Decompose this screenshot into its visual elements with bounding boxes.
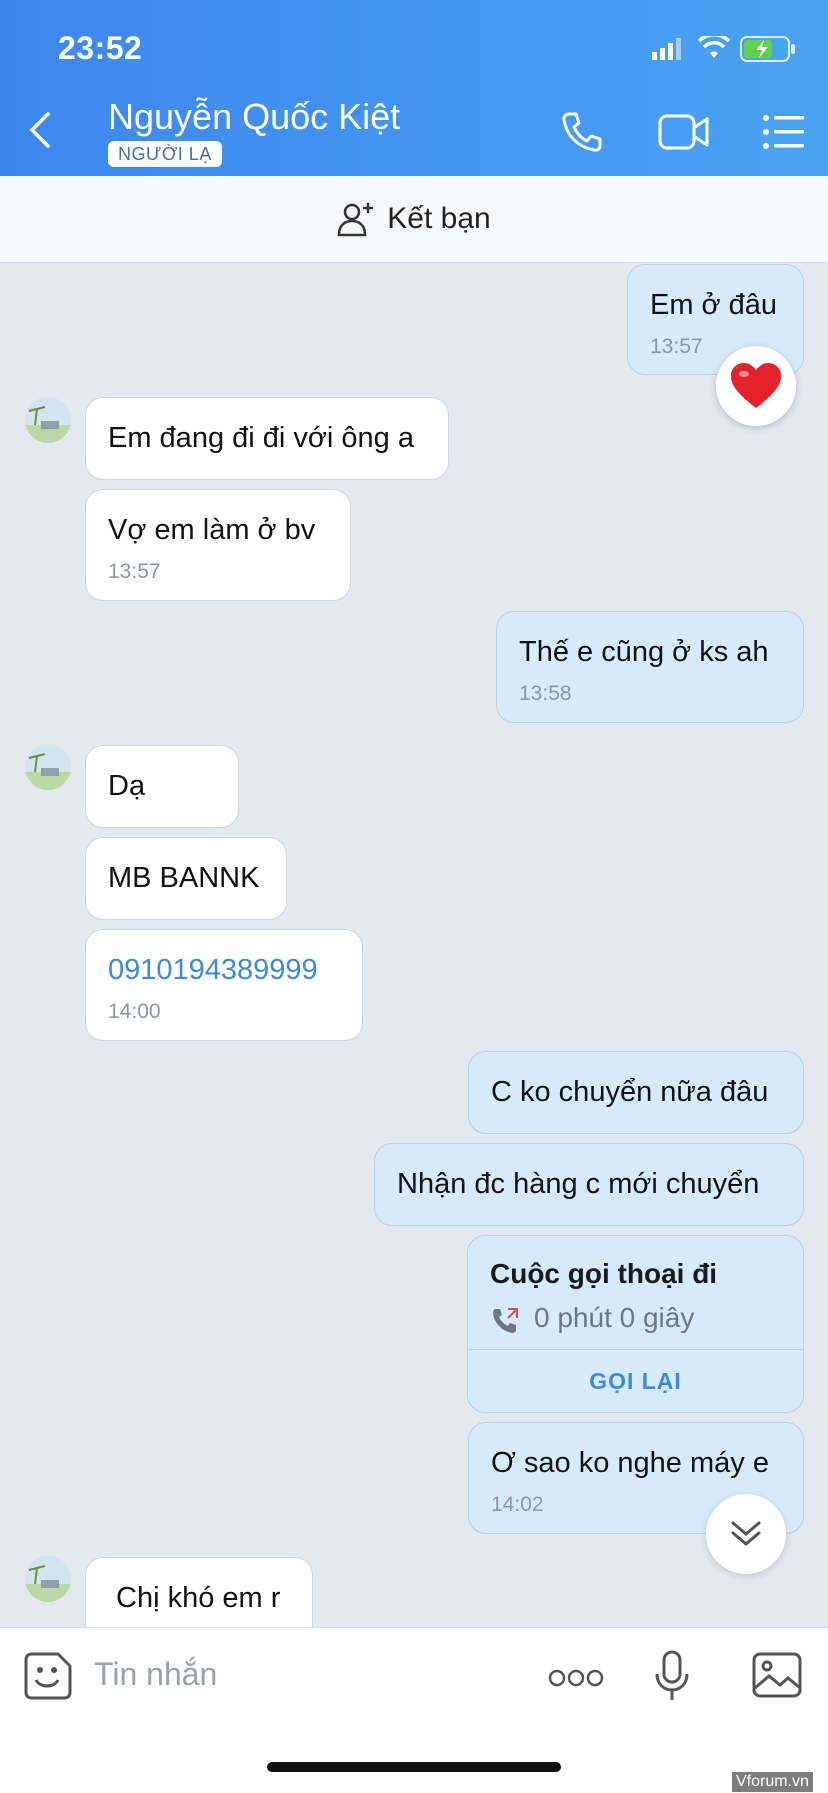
back-button[interactable] bbox=[28, 112, 58, 148]
message-bubble[interactable]: Dạ bbox=[85, 745, 239, 828]
cellular-signal-icon bbox=[652, 38, 681, 60]
sticker-icon bbox=[24, 1652, 72, 1700]
status-time: 23:52 bbox=[58, 30, 143, 66]
message-bubble[interactable]: C ko chuyển nữa đâu bbox=[468, 1051, 804, 1134]
message-time: 13:57 bbox=[108, 560, 161, 583]
home-indicator bbox=[267, 1762, 561, 1772]
add-user-icon bbox=[338, 203, 374, 237]
battery-icon bbox=[740, 36, 795, 62]
message-text: Ơ sao ko nghe máy e bbox=[491, 1447, 769, 1479]
call-back-button[interactable]: GỌI LẠI bbox=[468, 1349, 803, 1413]
chat-header: 23:52 Nguyễn Quốc Kiệt NGƯỜI LẠ bbox=[0, 0, 828, 176]
avatar[interactable] bbox=[25, 1556, 71, 1602]
call-card[interactable]: Cuộc gọi thoại đi 0 phút 0 giây GỌI LẠI bbox=[467, 1235, 804, 1413]
heart-icon bbox=[731, 363, 781, 408]
menu-button[interactable] bbox=[756, 104, 812, 160]
voice-message-button[interactable] bbox=[654, 1650, 690, 1707]
message-time: 13:58 bbox=[519, 682, 572, 705]
avatar[interactable] bbox=[25, 744, 71, 790]
message-bubble[interactable]: Thế e cũng ở ks ah 13:58 bbox=[496, 611, 804, 723]
more-icon bbox=[548, 1669, 604, 1687]
message-text: Vợ em làm ở bv bbox=[108, 514, 316, 546]
scroll-to-bottom-button[interactable] bbox=[706, 1494, 786, 1574]
avatar-image bbox=[25, 744, 71, 790]
avatar-image bbox=[25, 397, 71, 443]
message-bubble[interactable]: Em đang đi đi với ông a bbox=[85, 397, 449, 480]
avatar-image bbox=[25, 1556, 71, 1602]
double-chevron-down-icon bbox=[731, 1521, 761, 1546]
message-bubble[interactable]: MB BANNK bbox=[85, 837, 287, 920]
sticker-button[interactable] bbox=[24, 1652, 72, 1705]
back-icon bbox=[29, 112, 50, 148]
menu-icon bbox=[763, 115, 804, 149]
add-friend-label: Kết bạn bbox=[387, 202, 491, 235]
message-text: C ko chuyển nữa đâu bbox=[491, 1076, 769, 1108]
voice-call-button[interactable] bbox=[554, 104, 610, 160]
message-text: Dạ bbox=[108, 770, 146, 802]
call-duration: 0 phút 0 giây bbox=[534, 1302, 695, 1333]
watermark: Vforum.vn bbox=[732, 1772, 813, 1792]
image-icon bbox=[752, 1652, 802, 1698]
stranger-badge: NGƯỜI LẠ bbox=[108, 141, 222, 167]
message-text: Em ở đâu bbox=[650, 289, 778, 321]
phone-icon bbox=[562, 112, 602, 152]
contact-name[interactable]: Nguyễn Quốc Kiệt bbox=[108, 96, 400, 138]
add-friend-button[interactable]: Kết bạn bbox=[0, 176, 828, 263]
message-text: Em đang đi đi với ông a bbox=[108, 422, 414, 454]
microphone-icon bbox=[655, 1650, 689, 1700]
video-icon bbox=[658, 114, 709, 150]
heart-reaction[interactable] bbox=[716, 346, 796, 426]
video-call-button[interactable] bbox=[654, 104, 714, 160]
message-bubble[interactable]: Nhận đc hàng c mới chuyển bbox=[374, 1143, 804, 1226]
more-button[interactable] bbox=[548, 1668, 604, 1693]
message-text: Thế e cũng ở ks ah bbox=[519, 636, 769, 668]
phone-number-link[interactable]: 0910194389999 bbox=[108, 952, 340, 988]
send-image-button[interactable] bbox=[752, 1652, 802, 1703]
message-text: MB BANNK bbox=[108, 862, 260, 894]
outgoing-call-icon bbox=[493, 1308, 518, 1333]
message-text: Chị khó em r bbox=[116, 1582, 281, 1614]
message-bubble[interactable]: Vợ em làm ở bv 13:57 bbox=[85, 489, 351, 601]
message-bubble[interactable]: 0910194389999 14:00 bbox=[85, 929, 363, 1041]
avatar[interactable] bbox=[25, 397, 71, 443]
call-title: Cuộc gọi thoại đi bbox=[490, 1258, 718, 1289]
message-time: 14:00 bbox=[108, 1000, 161, 1023]
message-text: Nhận đc hàng c mới chuyển bbox=[397, 1168, 760, 1200]
message-input[interactable]: Tin nhắn bbox=[94, 1656, 217, 1693]
wifi-icon bbox=[698, 36, 730, 58]
